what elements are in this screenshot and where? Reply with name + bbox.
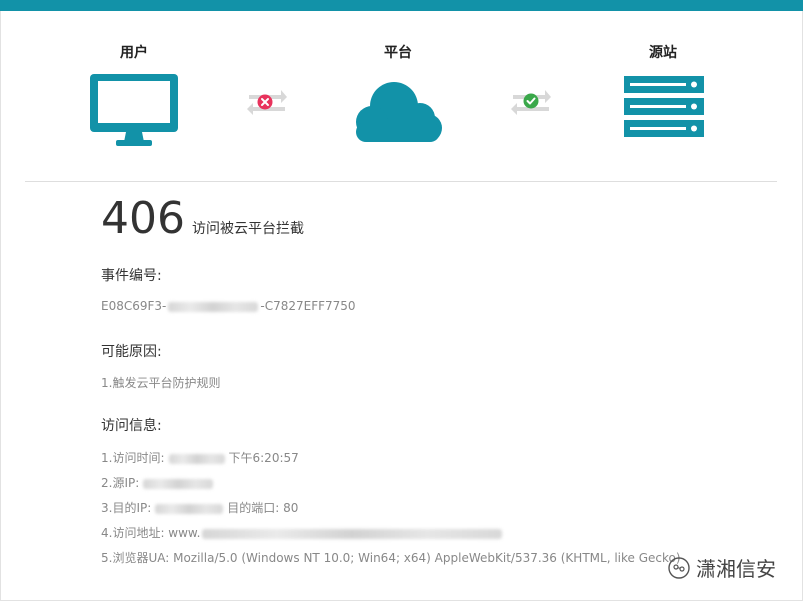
reason-item: 1.触发云平台防护规则 <box>101 376 221 390</box>
watermark: 潇湘信安 <box>668 553 776 582</box>
error-code: 406 <box>101 193 185 244</box>
redacted-block <box>202 528 503 539</box>
event-heading: 事件编号: <box>101 268 162 284</box>
redacted-block <box>168 453 225 464</box>
redacted-block <box>155 503 224 514</box>
access-source-ip: 2.源IP: <box>101 474 217 491</box>
access-time: 1.访问时间: 下午6:20:57 <box>101 449 299 466</box>
cloud-icon <box>352 76 444 146</box>
dest-port-text: 目的端口: 80 <box>227 501 299 515</box>
top-accent-bar <box>0 0 803 11</box>
wechat-icon <box>668 556 690 579</box>
source-ip-label: 2.源IP: <box>101 476 140 490</box>
dest-ip-label: 3.目的IP: <box>101 501 152 515</box>
user-node: 用户 <box>88 42 180 148</box>
user-label: 用户 <box>120 45 148 61</box>
platform-label: 平台 <box>384 45 412 61</box>
access-url: 4.访问地址: www. <box>101 524 506 541</box>
redacted-block <box>143 478 214 489</box>
access-time-value: 下午6:20:57 <box>228 451 299 465</box>
event-id: E08C69F3- -C7827EFF7750 <box>101 299 356 313</box>
watermark-text: 潇湘信安 <box>696 557 776 581</box>
section-divider <box>25 181 777 182</box>
origin-label: 源站 <box>649 45 677 61</box>
event-id-prefix: E08C69F3- <box>101 299 167 313</box>
access-url-label: 4.访问地址: www. <box>101 526 201 540</box>
reason-heading: 可能原因: <box>101 344 162 360</box>
platform-node: 平台 <box>352 42 444 146</box>
access-time-label: 1.访问时间: <box>101 451 165 465</box>
monitor-icon <box>88 72 180 148</box>
access-dest-ip: 3.目的IP: 目的端口: 80 <box>101 499 298 516</box>
blocked-link-icon <box>245 86 289 116</box>
ok-link-icon <box>509 86 553 116</box>
event-id-suffix: -C7827EFF7750 <box>260 299 356 313</box>
access-heading: 访问信息: <box>101 418 162 434</box>
access-user-agent: 5.浏览器UA: Mozilla/5.0 (Windows NT 10.0; W… <box>101 551 681 565</box>
redacted-block <box>168 301 259 312</box>
origin-node: 源站 <box>618 42 708 140</box>
error-message: 访问被云平台拦截 <box>192 221 304 237</box>
server-icon <box>618 74 708 140</box>
